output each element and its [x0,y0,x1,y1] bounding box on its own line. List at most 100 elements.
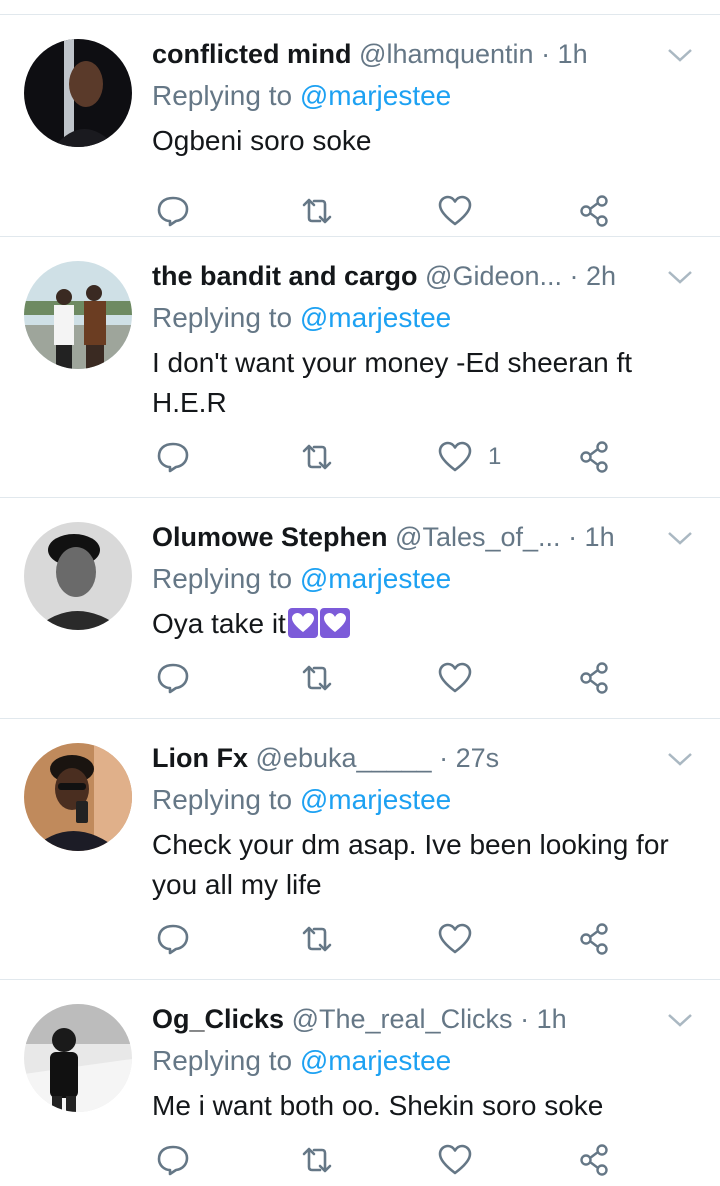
reply-button[interactable] [156,193,190,229]
tweet[interactable]: Lion Fx @ebuka_____ · 27s Replying to @m… [0,719,720,980]
avatar[interactable] [24,743,132,851]
replying-to: Replying to @marjestee [152,783,451,817]
tweet-text: I don't want your money -Ed sheeran ft H… [152,347,633,418]
tweet[interactable]: Og_Clicks @The_real_Clicks · 1h Replying… [0,980,720,1186]
chevron-down-icon[interactable] [666,528,694,548]
like-button[interactable] [438,921,488,957]
replying-label: Replying to [152,563,293,594]
chevron-down-icon[interactable] [666,45,694,65]
action-bar [150,193,630,233]
share-icon [580,195,608,227]
reply-button[interactable] [156,1142,190,1178]
reply-icon [157,1145,189,1176]
action-bar [150,921,630,961]
retweet-icon [302,1147,332,1173]
tweet[interactable]: conflicted mind @lhamquentin · 1h Replyi… [0,15,720,237]
display-name[interactable]: the bandit and cargo [152,261,418,291]
tweet-header: Lion Fx @ebuka_____ · 27s [152,741,656,775]
share-icon [580,923,608,955]
action-bar: 1 [150,439,630,479]
reply-button[interactable] [156,439,190,475]
share-button[interactable] [578,439,612,475]
share-button[interactable] [578,660,612,696]
tweet-header: Og_Clicks @The_real_Clicks · 1h [152,1002,656,1036]
like-icon [438,441,472,472]
tweet-text-content: Oya take it [152,608,286,639]
display-name[interactable]: Og_Clicks [152,1004,284,1034]
display-name[interactable]: Lion Fx [152,743,248,773]
replying-to: Replying to @marjestee [152,562,451,596]
avatar[interactable] [24,1004,132,1112]
timestamp[interactable]: · 2h [570,261,617,291]
chevron-down-icon[interactable] [666,749,694,769]
share-button[interactable] [578,193,612,229]
reply-button[interactable] [156,921,190,957]
tweet-text: Check your dm asap. Ive been looking for… [152,829,669,900]
mention-link[interactable]: @marjestee [300,80,451,111]
timestamp[interactable]: · 27s [439,743,499,773]
chevron-down-icon[interactable] [666,1010,694,1030]
share-button[interactable] [578,1142,612,1178]
retweet-button[interactable] [300,660,334,696]
share-button[interactable] [578,921,612,957]
action-bar [150,660,630,700]
reply-icon [157,196,189,227]
action-bar [150,1142,630,1182]
tweet-header: the bandit and cargo @Gideon... · 2h [152,259,656,293]
like-button[interactable] [438,1142,488,1178]
retweet-icon [302,444,332,470]
share-icon [580,662,608,694]
tweet[interactable]: Olumowe Stephen @Tales_of_... · 1h Reply… [0,498,720,719]
share-icon [580,1144,608,1176]
replying-label: Replying to [152,80,293,111]
like-button[interactable]: 1 [438,439,501,475]
tweet-text: Oya take it [152,604,680,644]
timestamp[interactable]: · 1h [568,522,615,552]
timestamp[interactable]: · 1h [520,1004,567,1034]
user-handle[interactable]: @lhamquentin [359,39,534,69]
top-divider [0,0,720,15]
replying-to: Replying to @marjestee [152,79,451,113]
display-name[interactable]: conflicted mind [152,39,352,69]
tweet[interactable]: the bandit and cargo @Gideon... · 2h Rep… [0,237,720,498]
retweet-icon [302,926,332,952]
mention-link[interactable]: @marjestee [300,1045,451,1076]
purple-heart-emoji [287,608,318,638]
user-handle[interactable]: @The_real_Clicks [292,1004,513,1034]
like-icon [438,662,472,693]
replying-label: Replying to [152,784,293,815]
retweet-button[interactable] [300,439,334,475]
like-button[interactable] [438,193,488,229]
like-icon [438,195,472,226]
user-handle[interactable]: @Gideon... [425,261,562,291]
retweet-button[interactable] [300,921,334,957]
avatar[interactable] [24,39,132,147]
reply-button[interactable] [156,660,190,696]
retweet-icon [302,198,332,224]
retweet-icon [302,665,332,691]
mention-link[interactable]: @marjestee [300,563,451,594]
mention-link[interactable]: @marjestee [300,784,451,815]
purple-heart-emoji [319,608,350,638]
like-count: 1 [488,443,502,470]
like-icon [438,1144,472,1175]
retweet-button[interactable] [300,1142,334,1178]
avatar[interactable] [24,522,132,630]
replying-label: Replying to [152,1045,293,1076]
replying-to: Replying to @marjestee [152,1044,451,1078]
display-name[interactable]: Olumowe Stephen [152,522,388,552]
like-icon [438,923,472,954]
avatar[interactable] [24,261,132,369]
reply-icon [157,442,189,473]
tweet-header: conflicted mind @lhamquentin · 1h [152,37,656,71]
reply-icon [157,924,189,955]
timestamp[interactable]: · 1h [541,39,588,69]
user-handle[interactable]: @ebuka_____ [256,743,432,773]
mention-link[interactable]: @marjestee [300,302,451,333]
like-button[interactable] [438,660,488,696]
retweet-button[interactable] [300,193,334,229]
tweet-text: Ogbeni soro soke [152,125,372,156]
chevron-down-icon[interactable] [666,267,694,287]
user-handle[interactable]: @Tales_of_... [395,522,561,552]
replying-to: Replying to @marjestee [152,301,451,335]
